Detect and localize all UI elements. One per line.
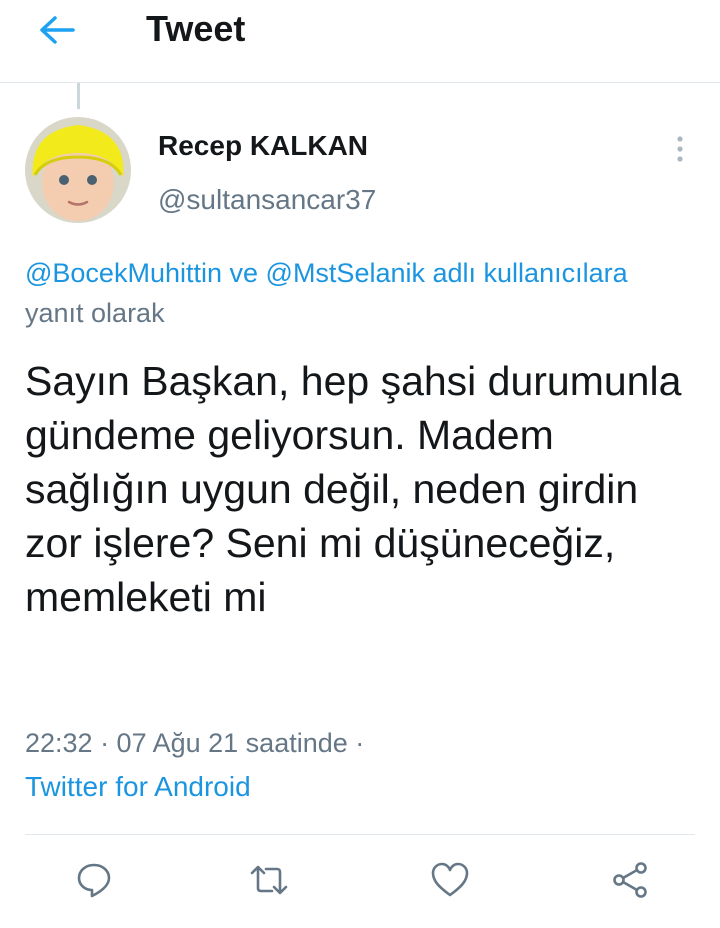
more-options-button[interactable] xyxy=(668,132,692,166)
top-bar: Tweet xyxy=(0,0,720,83)
thread-connector-line xyxy=(77,83,80,109)
back-button[interactable] xyxy=(34,10,80,50)
tweet-source-link[interactable]: Twitter for Android xyxy=(25,771,251,803)
page-title: Tweet xyxy=(146,8,246,49)
share-icon xyxy=(613,862,647,898)
avatar-image xyxy=(25,117,131,223)
tweet-timestamp: 22:32 · 07 Ağu 21 saatinde · xyxy=(25,728,365,758)
tweet-text: Sayın Başkan, hep şahsi durumunla gündem… xyxy=(25,358,682,620)
like-button[interactable] xyxy=(428,856,472,904)
arrow-left-icon xyxy=(40,16,75,44)
share-button[interactable] xyxy=(608,856,652,904)
reply-icon xyxy=(77,863,111,898)
author-name[interactable]: Recep KALKAN xyxy=(158,130,368,162)
retweet-icon xyxy=(250,865,288,895)
like-icon xyxy=(431,862,469,897)
divider xyxy=(25,834,695,835)
more-vertical-icon xyxy=(677,136,683,162)
retweet-button[interactable] xyxy=(247,856,291,904)
mention-link[interactable]: @BocekMuhittin xyxy=(25,258,222,288)
reply-context-tail: yanıt olarak xyxy=(25,298,165,328)
reply-context: @BocekMuhittin ve @MstSelanik adlı kulla… xyxy=(25,253,675,333)
reply-button[interactable] xyxy=(72,856,116,904)
action-bar xyxy=(0,856,720,912)
mention-link[interactable]: @MstSelanik xyxy=(266,258,425,288)
author-handle[interactable]: @sultansancar37 xyxy=(158,184,376,216)
reply-users-link[interactable]: adlı kullanıcılara xyxy=(425,258,628,288)
avatar[interactable] xyxy=(25,117,131,223)
reply-connector[interactable]: ve xyxy=(222,258,266,288)
